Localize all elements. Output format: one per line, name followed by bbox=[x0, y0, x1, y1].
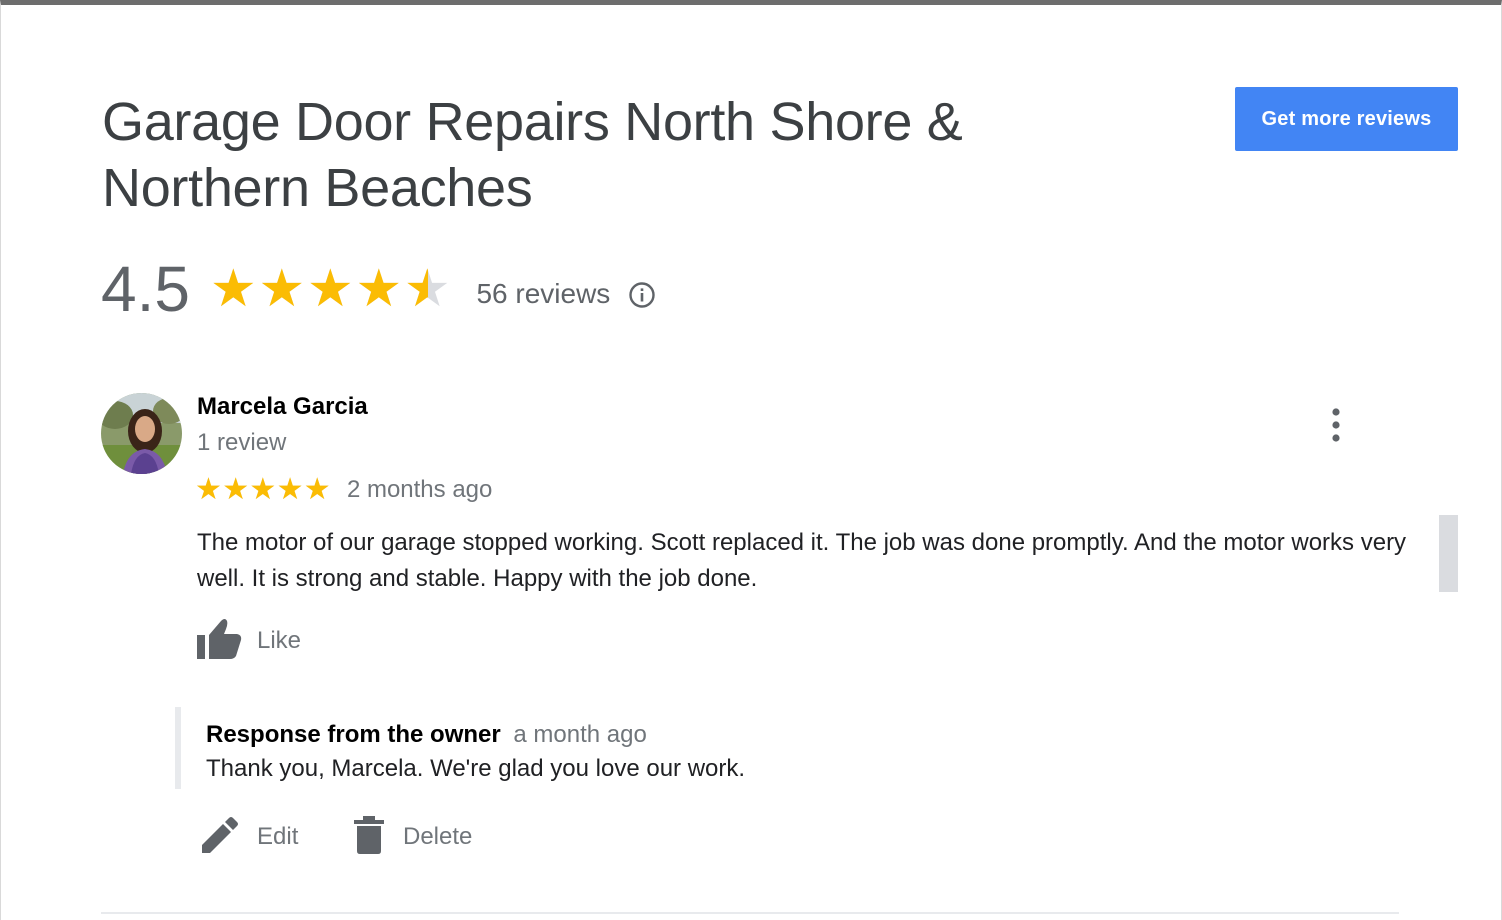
business-name: Garage Door Repairs North Shore & Northe… bbox=[102, 92, 963, 218]
owner-response: Response from the owner a month ago Than… bbox=[175, 707, 1075, 789]
review-text: The motor of our garage stopped working.… bbox=[197, 529, 1407, 592]
average-rating-star-icon: ★★ bbox=[306, 260, 354, 318]
avatar[interactable] bbox=[101, 393, 182, 474]
reviewer-name[interactable]: Marcela Garcia bbox=[197, 393, 368, 421]
review-star-icon: ★ ★ bbox=[276, 473, 304, 506]
pencil-icon bbox=[199, 815, 239, 860]
review-date: 2 months ago bbox=[346, 476, 493, 503]
like-label: Like bbox=[257, 627, 302, 654]
edit-button[interactable]: Edit bbox=[199, 811, 298, 863]
divider bbox=[101, 912, 1399, 914]
review-count-link[interactable]: 56 reviews bbox=[476, 278, 610, 310]
review-star-icon: ★ ★ bbox=[195, 473, 222, 506]
review-rating-row: ★ ★ ★ ★ ★ ★ ★ ★ ★ ★ 2 months ago bbox=[195, 475, 492, 505]
review-stars: ★ ★ ★ ★ ★ ★ ★ ★ ★ ★ bbox=[195, 475, 331, 505]
rating-summary: 4.5 ★★★★★★★★★★ 56 reviews bbox=[101, 249, 656, 329]
thumb-up-icon bbox=[195, 617, 243, 666]
delete-label: Delete bbox=[403, 823, 473, 850]
average-rating-star-icon: ★★ bbox=[258, 260, 306, 318]
review-star-icon: ★ ★ bbox=[222, 473, 250, 506]
reviews-panel: Garage Door Repairs North Shore & Northe… bbox=[0, 0, 1502, 920]
info-icon[interactable] bbox=[628, 281, 656, 309]
average-rating-star-icon: ★★ bbox=[355, 260, 403, 318]
more-vert-icon[interactable] bbox=[1317, 403, 1355, 447]
owner-response-date: a month ago bbox=[513, 721, 647, 748]
reviewer-review-count: 1 review bbox=[197, 429, 287, 456]
owner-response-label: Response from the owner bbox=[206, 721, 501, 748]
delete-button[interactable]: Delete bbox=[353, 811, 472, 863]
trash-icon bbox=[353, 815, 385, 860]
like-button[interactable]: Like bbox=[195, 615, 301, 667]
review-star-icon: ★ ★ bbox=[303, 473, 331, 506]
owner-response-text: Thank you, Marcela. We're glad you love … bbox=[206, 755, 746, 782]
review-star-icon: ★ ★ bbox=[249, 473, 277, 506]
edit-label: Edit bbox=[257, 823, 299, 850]
average-rating-star-icon: ★★ bbox=[209, 260, 257, 318]
average-rating: 4.5 bbox=[101, 253, 190, 325]
scrollbar-thumb[interactable] bbox=[1439, 515, 1458, 592]
average-rating-star-icon: ★★ bbox=[403, 260, 451, 318]
average-rating-stars: ★★★★★★★★★★ bbox=[210, 263, 453, 315]
get-more-reviews-button[interactable]: Get more reviews bbox=[1235, 87, 1458, 151]
